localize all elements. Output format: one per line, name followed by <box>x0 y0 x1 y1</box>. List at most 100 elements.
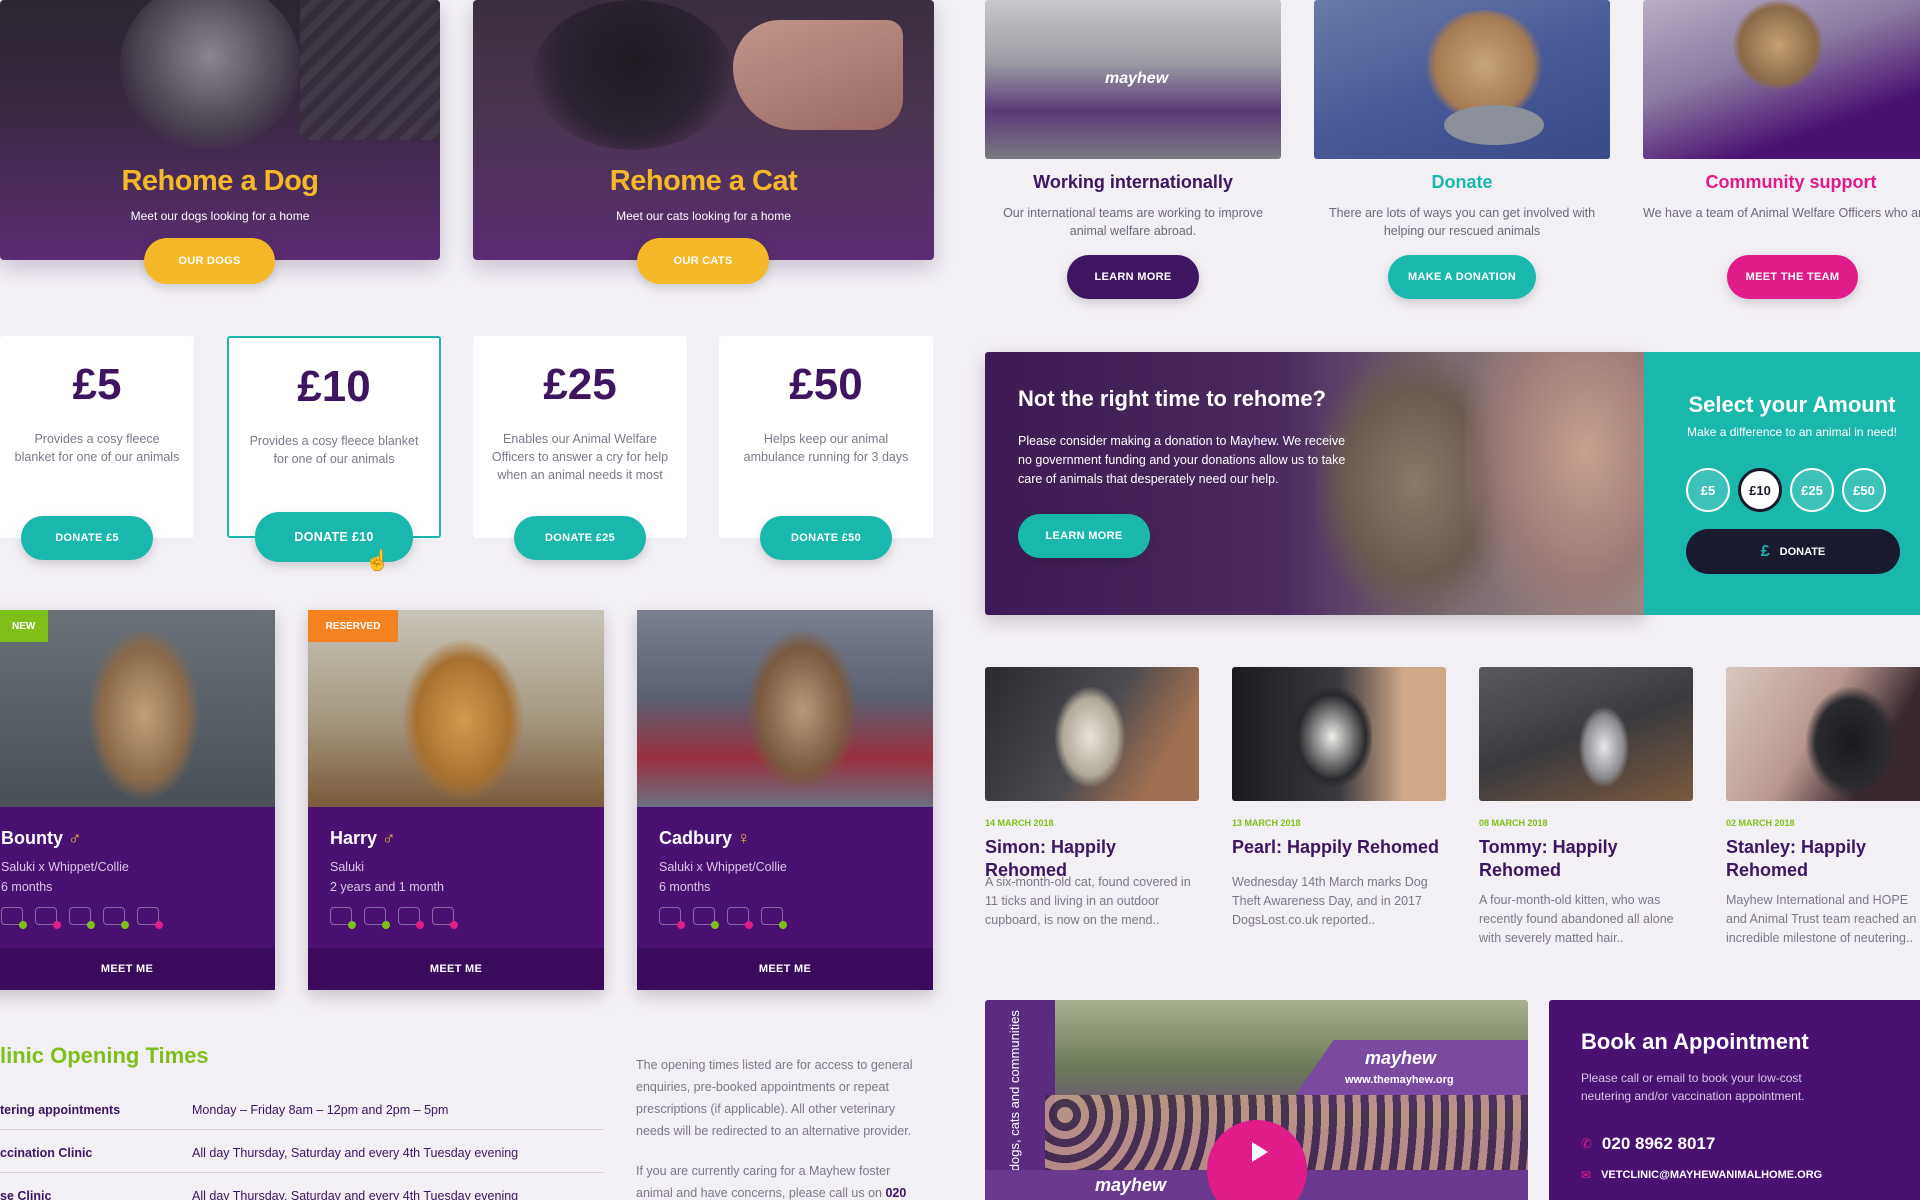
news-title[interactable]: Pearl: Happily Rehomed <box>1232 836 1446 859</box>
dog-shape <box>1055 687 1125 787</box>
pet-photo <box>637 610 933 807</box>
pet-card-bounty[interactable]: NEW Bounty ♂ Saluki x Whippet/Collie 6 m… <box>0 610 275 990</box>
our-cats-button[interactable]: OUR CATS <box>637 238 769 284</box>
learn-more-button[interactable]: LEARN MORE <box>1018 514 1150 558</box>
clinic-row-value: All day Thursday, Saturday and every 4th… <box>192 1189 519 1200</box>
rehome-cat-card: Rehome a Cat Meet our cats looking for a… <box>473 0 934 260</box>
donate-5-button[interactable]: DONATE £5 <box>21 516 153 560</box>
dog-shape <box>89 630 199 800</box>
feature-desc: We have a team of Animal Welfare Officer… <box>1643 206 1920 220</box>
clinic-foster-text: If you are currently caring for a Mayhew… <box>636 1164 891 1200</box>
dog-photo <box>120 0 300 150</box>
feature-title: Community support <box>1705 172 1877 192</box>
amount-card-10[interactable]: £10 Provides a cosy fleece blanket for o… <box>227 336 441 538</box>
clinic-divider <box>0 1129 604 1130</box>
pet-breed: Saluki x Whippet/Collie <box>1 860 129 874</box>
news-title[interactable]: Stanley: Happily Rehomed <box>1726 836 1920 882</box>
pet-card-cadbury[interactable]: Cadbury ♀ Saluki x Whippet/Collie 6 mont… <box>637 610 933 990</box>
dogs-icon <box>330 907 356 929</box>
appointment-panel: Book an Appointment Please call or email… <box>1549 1000 1920 1200</box>
pet-age: 6 months <box>1 880 53 894</box>
banner-body: Please consider making a donation to May… <box>1018 434 1346 486</box>
amount-desc: Enables our Animal Welfare Officers to a… <box>491 432 669 482</box>
appointment-desc: Please call or email to book your low-co… <box>1581 1071 1805 1103</box>
garden-icon <box>761 907 787 929</box>
pet-name: Harry ♂ <box>330 828 396 849</box>
dog-photo-blanket <box>300 0 440 140</box>
make-a-donation-button[interactable]: MAKE A DONATION <box>1388 255 1536 299</box>
amount-option-5[interactable]: £5 <box>1686 468 1730 512</box>
donate-25-button[interactable]: DONATE £25 <box>514 516 646 560</box>
clinic-row-value: All day Thursday, Saturday and every 4th… <box>192 1146 519 1160</box>
trait-status-dot <box>677 921 685 929</box>
tent-site-text: www.themayhew.org <box>1345 1074 1454 1086</box>
clinic-row-label: ccination Clinic <box>0 1146 93 1160</box>
learn-more-button[interactable]: LEARN MORE <box>1067 255 1199 299</box>
clinic-row-label: se Clinic <box>0 1189 52 1200</box>
amount-desc: Provides a cosy fleece blanket for one o… <box>249 434 419 466</box>
trait-status-dot <box>382 921 390 929</box>
news-date: 08 MARCH 2018 <box>1479 818 1548 828</box>
male-icon: ♂ <box>382 828 396 848</box>
dogs-icon <box>1 907 27 929</box>
pet-trait-icons <box>659 907 787 929</box>
community-photo <box>1643 0 1920 159</box>
meet-me-button[interactable]: MEET ME <box>308 948 604 990</box>
amount-card-25[interactable]: £25 Enables our Animal Welfare Officers … <box>473 336 687 538</box>
dogs-icon <box>659 907 685 929</box>
select-amount-subtitle: Make a difference to an animal in need! <box>1687 425 1897 439</box>
pet-card-harry[interactable]: RESERVED Harry ♂ Saluki 2 years and 1 mo… <box>308 610 604 990</box>
rehome-dog-title: Rehome a Dog <box>121 165 319 197</box>
amount-card-50[interactable]: £50 Helps keep our animal ambulance runn… <box>719 336 933 538</box>
pet-trait-icons <box>330 907 458 929</box>
pet-name: Cadbury ♀ <box>659 828 751 849</box>
amount-option-10[interactable]: £10 <box>1738 468 1782 512</box>
trait-status-dot <box>87 921 95 929</box>
amount-option-50[interactable]: £50 <box>1842 468 1886 512</box>
appointment-email-row[interactable]: ✉ VETCLINIC@MAYHEWANIMALHOME.ORG <box>1581 1168 1822 1182</box>
hand-photo <box>733 20 903 130</box>
video-player[interactable]: for dogs, cats and communities mayhew ww… <box>985 1000 1528 1200</box>
clinic-row-value: Monday – Friday 8am – 12pm and 2pm – 5pm <box>192 1103 449 1117</box>
amount-card-5[interactable]: £5 Provides a cosy fleece blanket for on… <box>0 336 194 538</box>
children-icon <box>69 907 95 929</box>
appointment-phone-row[interactable]: ✆ 020 8962 8017 <box>1581 1134 1715 1154</box>
meet-me-button[interactable]: MEET ME <box>637 948 933 990</box>
donate-button[interactable]: £ DONATE <box>1686 529 1900 574</box>
banner-bottom-text: mayhew <box>1095 1175 1167 1195</box>
amount-desc: Helps keep our animal ambulance running … <box>743 432 909 464</box>
feature-title: Donate <box>1431 172 1493 192</box>
donate-label: DONATE <box>1779 545 1826 558</box>
clinic-divider <box>0 1172 604 1173</box>
news-date: 02 MARCH 2018 <box>1726 818 1795 828</box>
pet-age: 6 months <box>659 880 711 894</box>
cat-shape <box>1292 687 1372 787</box>
amount-value: £5 <box>72 360 122 409</box>
flat-icon <box>137 907 163 929</box>
tent-text: mayhew <box>1365 1048 1437 1068</box>
pet-name: Bounty ♂ <box>1 828 82 849</box>
dog-shape <box>747 630 857 790</box>
news-title[interactable]: Tommy: Happily Rehomed <box>1479 836 1693 882</box>
amount-option-25[interactable]: £25 <box>1790 468 1834 512</box>
pet-trait-icons <box>1 907 163 929</box>
select-amount-title: Select your Amount <box>1688 392 1896 417</box>
trait-status-dot <box>155 921 163 929</box>
appointment-email: VETCLINIC@MAYHEWANIMALHOME.ORG <box>1601 1169 1823 1181</box>
meet-the-team-button[interactable]: MEET THE TEAM <box>1727 255 1858 299</box>
flag-text: for dogs, cats and communities <box>1007 1010 1022 1190</box>
news-desc: Wednesday 14th March marks Dog Theft Awa… <box>1232 875 1428 927</box>
male-icon: ♂ <box>68 828 82 848</box>
clinic-foster-note: If you are currently caring for a Mayhew… <box>636 1160 926 1200</box>
donate-photo <box>1314 0 1610 159</box>
our-dogs-button[interactable]: OUR DOGS <box>144 238 275 284</box>
donate-50-button[interactable]: DONATE £50 <box>760 516 892 560</box>
amount-value: £25 <box>543 360 617 409</box>
new-badge: NEW <box>0 610 48 642</box>
news-photo <box>1726 667 1920 801</box>
meet-me-button[interactable]: MEET ME <box>0 948 275 990</box>
news-date: 13 MARCH 2018 <box>1232 818 1301 828</box>
pet-name-text: Harry <box>330 828 378 848</box>
rehome-dog-card: Rehome a Dog Meet our dogs looking for a… <box>0 0 440 260</box>
dog-eating-shape <box>1424 10 1544 120</box>
